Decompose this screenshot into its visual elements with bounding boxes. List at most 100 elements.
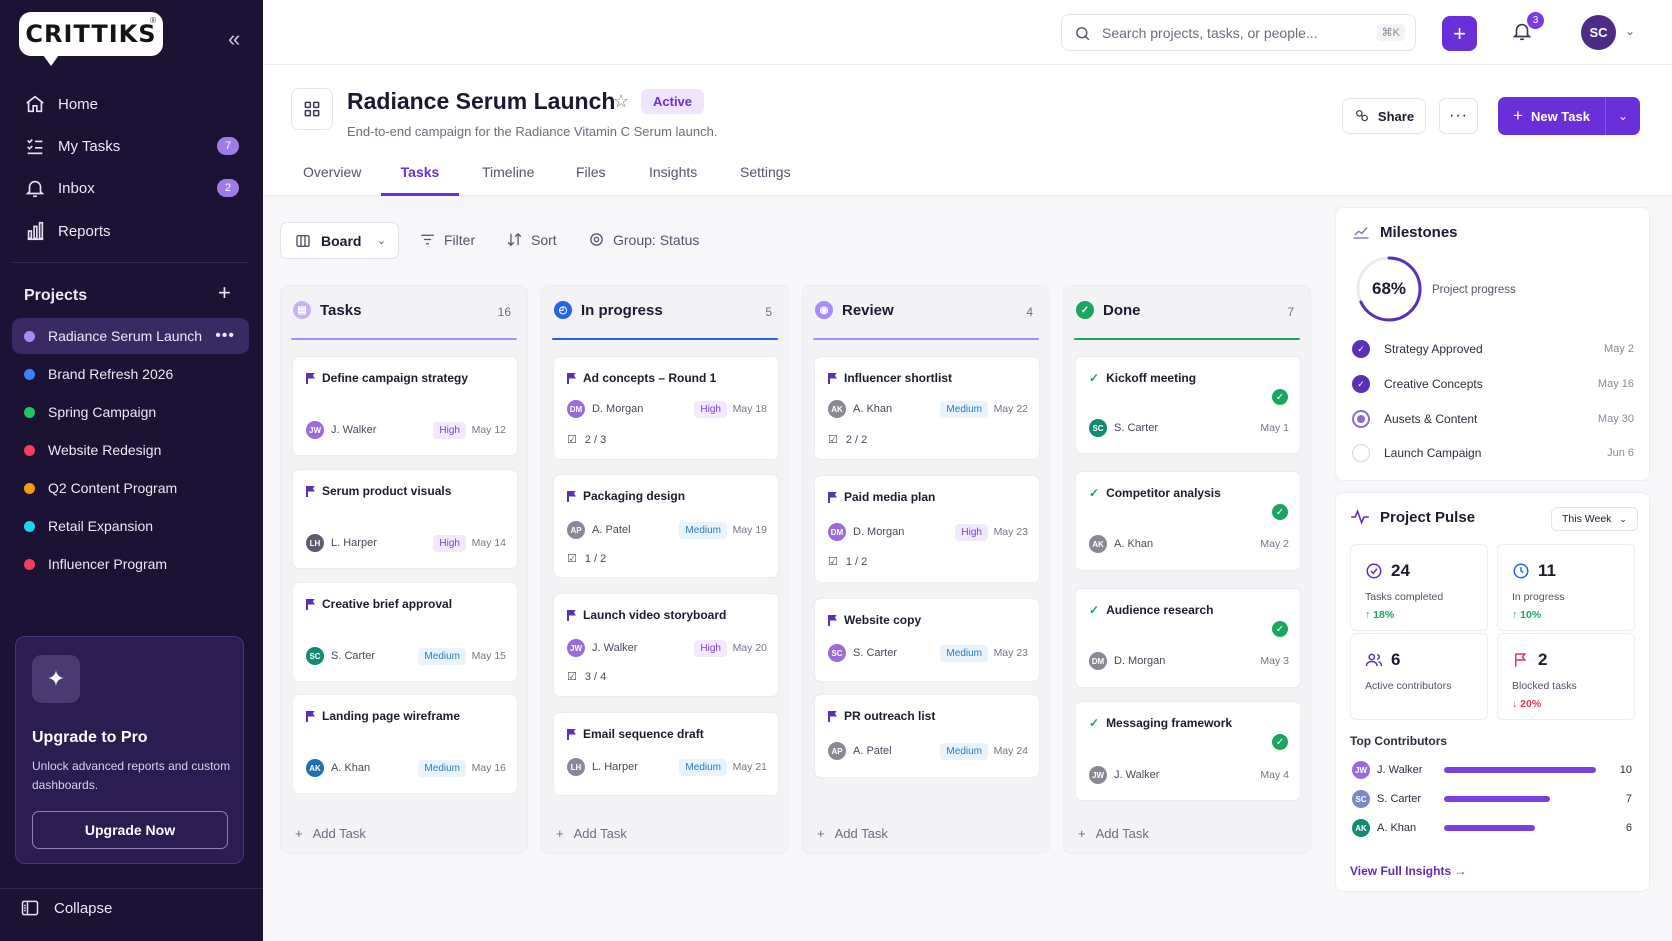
task-card[interactable]: Packaging design AP A. Patel Medium May 19 … [553, 474, 779, 578]
task-card[interactable]: Email sequence draft LH L. Harper Medium Ma… [553, 712, 779, 796]
sidebar-item-inbox[interactable]: Inbox 2 [12, 169, 249, 207]
page-title: Radiance Serum Launch [347, 88, 616, 114]
card-title: Creative brief approval [322, 597, 453, 611]
projects-heading: Projects [24, 287, 88, 304]
task-card[interactable]: Define campaign strategy JW J. Walker High… [292, 356, 518, 456]
milestone-item[interactable]: Launch Campaign Jun 6 [1352, 442, 1634, 464]
search-box[interactable]: Search projects, tasks, or people... ⌘K [1061, 14, 1416, 51]
due-date: May 18 [732, 403, 767, 415]
priority-badge: High [433, 421, 466, 439]
upgrade-now-button[interactable]: Upgrade Now [32, 811, 228, 849]
sidebar-project-website-redesign[interactable]: Website Redesign [12, 432, 249, 468]
stat-value: 11 [1538, 561, 1556, 580]
range-select[interactable]: This Week ⌄ [1551, 507, 1638, 531]
add-task-button[interactable]: + Add Task [1078, 826, 1149, 841]
new-task-dropdown-icon[interactable]: ⌄ [1606, 109, 1640, 123]
avatar: DM [1089, 652, 1107, 670]
sort-button[interactable]: Sort [506, 231, 557, 248]
sidebar-collapse-icon[interactable]: « [228, 26, 240, 52]
app-logo[interactable]: CRITTIKS ® [19, 12, 163, 66]
view-select[interactable]: Board ⌄ [280, 222, 399, 259]
bell-icon [25, 180, 45, 198]
due-date: May 2 [1260, 538, 1289, 550]
tab-tasks[interactable]: Tasks [381, 164, 459, 196]
task-card[interactable]: ✓ Kickoff meeting ✓ SC S. Carter May 1 [1075, 356, 1301, 454]
chevron-down-icon: ⌄ [376, 235, 386, 247]
subtask-count: 2 / 2 [845, 433, 868, 446]
task-card[interactable]: ✓ Audience research ✓ DM D. Morgan May 3 [1075, 588, 1301, 688]
add-task-button[interactable]: + Add Task [817, 826, 888, 841]
checkbox-icon: ☑ [567, 671, 577, 683]
column-count: 7 [1287, 305, 1294, 319]
group-button[interactable]: Group: Status [588, 231, 699, 248]
share-button[interactable]: Share [1342, 98, 1426, 134]
card-title-row: ✓ Kickoff meeting [1089, 371, 1196, 385]
search-input[interactable]: Search projects, tasks, or people... [1102, 25, 1318, 41]
sidebar-project-brand-refresh[interactable]: Brand Refresh 2026 [12, 356, 249, 392]
new-task-button[interactable]: + New Task [1498, 97, 1606, 135]
task-card[interactable]: Ad concepts – Round 1 DM D. Morgan High May… [553, 356, 779, 460]
search-icon [1076, 27, 1090, 41]
due-date: May 14 [471, 537, 506, 549]
sidebar-project-spring-campaign[interactable]: Spring Campaign [12, 394, 249, 430]
column-done: ✓ Done 7 ✓ Kickoff meeting ✓ SC S. Carter M… [1063, 285, 1311, 854]
tab-files[interactable]: Files [576, 164, 606, 196]
stat-card: 24 Tasks completed ↑ 18% [1350, 544, 1488, 631]
assignee: A. Khan [331, 762, 371, 774]
milestone-item[interactable]: Ausets & Content May 30 [1352, 408, 1634, 430]
add-task-button[interactable]: + Add Task [295, 826, 366, 841]
new-task-split-button: + New Task ⌄ [1498, 97, 1640, 135]
task-card[interactable]: Website copy SC S. Carter Medium May 23 [814, 598, 1040, 682]
tab-overview[interactable]: Overview [303, 164, 361, 196]
view-label: Board [321, 232, 362, 249]
tab-settings[interactable]: Settings [740, 164, 791, 196]
checkbox-icon: ☑ [567, 553, 577, 565]
task-card[interactable]: Influencer shortlist AK A. Khan Medium May … [814, 356, 1040, 460]
filter-button[interactable]: Filter [419, 231, 475, 248]
task-card[interactable]: Paid media plan DM D. Morgan High May 23 ☑ 1… [814, 475, 1040, 583]
sidebar-item-home[interactable]: Home [12, 85, 249, 123]
stat-value: 6 [1391, 650, 1401, 669]
tab-timeline[interactable]: Timeline [482, 164, 534, 196]
task-card[interactable]: PR outreach list AP A. Patel Medium May 24 [814, 694, 1040, 778]
tab-label: Timeline [482, 164, 535, 180]
subtask-count: 1 / 2 [584, 552, 607, 565]
check-icon: ✓ [1089, 716, 1100, 730]
user-avatar[interactable]: SC [1581, 15, 1616, 50]
card-meta: DM D. Morgan High May 23 [828, 523, 1028, 541]
sort-label: Sort [531, 231, 557, 248]
more-icon[interactable]: ••• [215, 327, 235, 345]
task-card[interactable]: Launch video storyboard JW J. Walker High M… [553, 593, 779, 697]
milestone-item[interactable]: ✓ Strategy Approved May 2 [1352, 338, 1634, 360]
more-options-button[interactable]: ··· [1439, 98, 1478, 134]
project-header: Radiance Serum Launch ☆ Active End-to-en… [263, 65, 1672, 196]
sidebar-project-radiance-serum-launch[interactable]: Radiance Serum Launch ••• [12, 318, 249, 354]
contributor-row: SC S. Carter 7 [1352, 789, 1632, 809]
milestone-item[interactable]: ✓ Creative Concepts May 16 [1352, 373, 1634, 395]
add-task-button[interactable]: + Add Task [556, 826, 627, 841]
task-card[interactable]: Landing page wireframe AK A. Khan Medium Ma… [292, 694, 518, 794]
sidebar-item-reports[interactable]: Reports [12, 212, 249, 250]
priority-badge: Medium [418, 759, 466, 777]
task-card[interactable]: ✓ Messaging framework ✓ JW J. Walker May 4 [1075, 701, 1301, 801]
quick-add-button[interactable]: + [1442, 16, 1477, 51]
sidebar-project-q2-content[interactable]: Q2 Content Program [12, 470, 249, 506]
sidebar-project-retail-expansion[interactable]: Retail Expansion [12, 508, 249, 544]
task-card[interactable]: ✓ Competitor analysis ✓ AK A. Khan May 2 [1075, 471, 1301, 571]
sidebar-collapse-button[interactable]: Collapse [20, 898, 112, 918]
tab-insights[interactable]: Insights [649, 164, 697, 196]
view-full-insights-link[interactable]: View Full Insights → [1350, 864, 1466, 878]
stat-value: 24 [1391, 561, 1410, 580]
chevron-down-icon[interactable]: ⌄ [1625, 24, 1635, 38]
chevron-down-icon: ⌄ [1619, 513, 1627, 524]
add-project-button[interactable]: + [218, 280, 231, 306]
sidebar-project-influencer-program[interactable]: Influencer Program [12, 546, 249, 582]
sidebar-item-my-tasks[interactable]: My Tasks 7 [12, 127, 249, 165]
clock-icon [1513, 563, 1529, 579]
due-date: May 16 [471, 762, 506, 774]
task-card[interactable]: Creative brief approval SC S. Carter Mediu… [292, 582, 518, 682]
completed-check-icon: ✓ [1272, 621, 1288, 637]
task-card[interactable]: Serum product visuals LH L. Harper High May… [292, 469, 518, 569]
star-icon[interactable]: ☆ [613, 91, 629, 112]
stat-value-row: 2 [1512, 650, 1547, 670]
